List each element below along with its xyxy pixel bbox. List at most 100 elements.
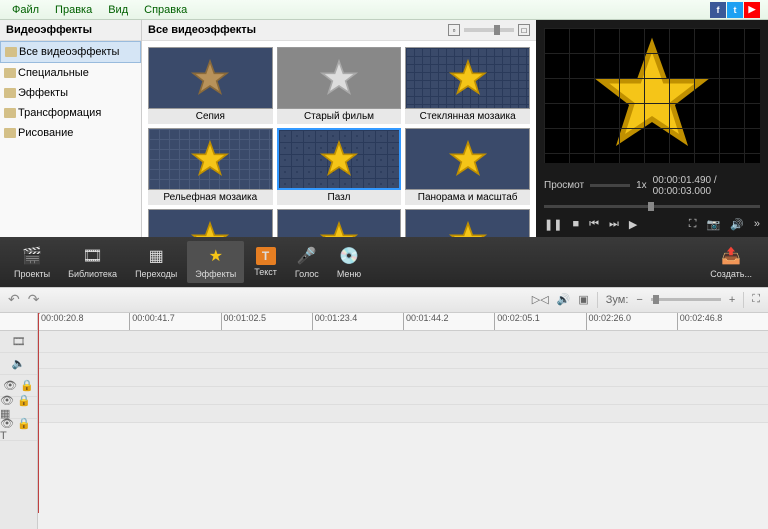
star-icon (448, 139, 488, 179)
sidebar-item-1[interactable]: Специальные (0, 63, 141, 83)
effect-track[interactable] (38, 387, 768, 405)
time-ruler[interactable]: 00:00:20.800:00:41.700:01:02.500:01:23.4… (38, 313, 768, 331)
sidebar-item-4[interactable]: Рисование (0, 123, 141, 143)
sidebar-item-0[interactable]: Все видеоэффекты (0, 41, 141, 63)
effect-track-header[interactable]: 👁 🔒 ▦ (0, 397, 37, 419)
zoom-out-button[interactable]: − (636, 294, 642, 306)
main-toolbar: 🎬Проекты 🎞Библиотека ▦Переходы ★Эффекты … (0, 237, 768, 287)
effect-item-6[interactable]: Стекло (148, 209, 273, 237)
puzzle-overlay (544, 28, 760, 163)
thumb-zoom-out-button[interactable]: ▫ (448, 24, 460, 36)
transitions-icon: ▦ (145, 245, 167, 267)
facebook-icon[interactable]: f (710, 2, 726, 18)
time-tick: 00:02:46.8 (677, 313, 768, 330)
voice-button[interactable]: 🎤Голос (287, 241, 327, 283)
sidebar: Видеоэффекты Все видеоэффектыСпециальные… (0, 20, 142, 237)
effect-item-4[interactable]: Пазл (277, 128, 402, 205)
play-button[interactable]: ▶ (629, 218, 637, 231)
undo-button[interactable]: ↶ (8, 291, 20, 308)
more-button[interactable]: » (754, 218, 760, 231)
effect-thumb (405, 47, 530, 109)
star-icon (448, 58, 488, 98)
time-tick: 00:02:05.1 (494, 313, 585, 330)
effects-grid: Сепия Старый фильмСтеклянная мозаика Релье… (142, 41, 536, 237)
star-icon: ★ (205, 245, 227, 267)
prev-frame-button[interactable]: ⏮ (589, 218, 599, 231)
sidebar-item-2[interactable]: Эффекты (0, 83, 141, 103)
audio-track[interactable] (38, 353, 768, 369)
create-button[interactable]: 📤Создать... (700, 241, 762, 283)
sidebar-item-3[interactable]: Трансформация (0, 103, 141, 123)
projects-button[interactable]: 🎬Проекты (6, 241, 58, 283)
preview-speed-slider[interactable] (590, 184, 630, 187)
pause-button[interactable]: ❚❚ (544, 218, 562, 231)
snapshot-button[interactable]: 📷 (706, 218, 720, 231)
time-tick: 00:01:23.4 (312, 313, 403, 330)
video-track-header[interactable]: 🎞 (0, 331, 37, 353)
stop-button[interactable]: ■ (572, 218, 579, 230)
text-button[interactable]: TТекст (246, 243, 285, 281)
twitter-icon[interactable]: t (727, 2, 743, 18)
thumb-zoom-in-button[interactable]: □ (518, 24, 530, 36)
preview-panel: Просмот 1x 00:00:01.490 / 00:00:03.000 ❚… (536, 20, 768, 237)
library-button[interactable]: 🎞Библиотека (60, 241, 125, 283)
effect-label: Стеклянная мозаика (405, 109, 530, 124)
effect-item-5[interactable]: Панорама и масштаб (405, 128, 530, 205)
audio-button[interactable]: 🔊 (557, 293, 571, 306)
export-icon: 📤 (720, 245, 742, 267)
effect-item-0[interactable]: Сепия (148, 47, 273, 124)
effect-thumb (405, 209, 530, 237)
effect-label: Рельефная мозаика (148, 190, 273, 205)
track-headers: 🎞 🔈 👁 🔒 👁 🔒 ▦ 👁 🔒 T (0, 313, 38, 529)
menu-edit[interactable]: Правка (47, 4, 100, 16)
zoom-in-button[interactable]: + (729, 294, 735, 306)
timeline-toolbar: ↶ ↷ ▷◁ 🔊 ▣ Зум: − + ⛶ (0, 287, 768, 313)
sidebar-title: Видеоэффекты (0, 20, 141, 41)
menu-view[interactable]: Вид (100, 4, 136, 16)
text-track[interactable] (38, 405, 768, 423)
effect-thumb (277, 128, 402, 190)
transitions-button[interactable]: ▦Переходы (127, 241, 185, 283)
fullscreen-button[interactable]: ⛶ (689, 218, 697, 231)
redo-button[interactable]: ↷ (28, 291, 40, 308)
preview-canvas (544, 28, 760, 163)
zoom-slider[interactable] (651, 298, 721, 301)
preview-seek-slider[interactable] (544, 205, 760, 208)
effect-label: Сепия (148, 109, 273, 124)
thumb-zoom-slider[interactable] (464, 28, 514, 32)
playhead[interactable] (38, 313, 39, 513)
audio-track-header[interactable]: 🔈 (0, 353, 37, 375)
effects-button[interactable]: ★Эффекты (187, 241, 244, 283)
volume-button[interactable]: 🔊 (730, 218, 744, 231)
effect-item-1[interactable]: Старый фильм (277, 47, 402, 124)
timeline: 🎞 🔈 👁 🔒 👁 🔒 ▦ 👁 🔒 T 00:00:20.800:00:41.7… (0, 313, 768, 529)
clapper-icon: 🎬 (21, 245, 43, 267)
next-frame-button[interactable]: ⏭ (609, 218, 619, 231)
overlay-track[interactable] (38, 369, 768, 387)
menu-file[interactable]: Файл (4, 4, 47, 16)
video-track[interactable] (38, 331, 768, 353)
effect-item-8[interactable]: Акварель (405, 209, 530, 237)
effect-item-3[interactable]: Рельефная мозаика (148, 128, 273, 205)
social-icons: f t ▶ (710, 2, 764, 18)
time-tick: 00:02:26.0 (586, 313, 677, 330)
text-track-header[interactable]: 👁 🔒 T (0, 419, 37, 441)
effect-thumb (148, 209, 273, 237)
color-button[interactable]: ▣ (578, 293, 588, 306)
youtube-icon[interactable]: ▶ (744, 2, 760, 18)
effect-item-2[interactable]: Стеклянная мозаика (405, 47, 530, 124)
split-button[interactable]: ▷◁ (532, 293, 549, 306)
fit-button[interactable]: ⛶ (752, 293, 760, 306)
effect-label: Старый фильм (277, 109, 402, 124)
time-tick: 00:01:02.5 (221, 313, 312, 330)
preview-time-current: 00:00:01.490 (653, 175, 711, 186)
menubar: Файл Правка Вид Справка f t ▶ (0, 0, 768, 20)
effect-item-7[interactable]: Снег (277, 209, 402, 237)
menu-button[interactable]: 💿Меню (329, 241, 369, 283)
menu-help[interactable]: Справка (136, 4, 195, 16)
tracks-area[interactable]: 00:00:20.800:00:41.700:01:02.500:01:23.4… (38, 313, 768, 529)
thumb-zoom-controls: ▫ □ (448, 24, 530, 36)
preview-speed-value: 1x (636, 180, 647, 191)
effect-thumb (277, 209, 402, 237)
effect-label: Панорама и масштаб (405, 190, 530, 205)
